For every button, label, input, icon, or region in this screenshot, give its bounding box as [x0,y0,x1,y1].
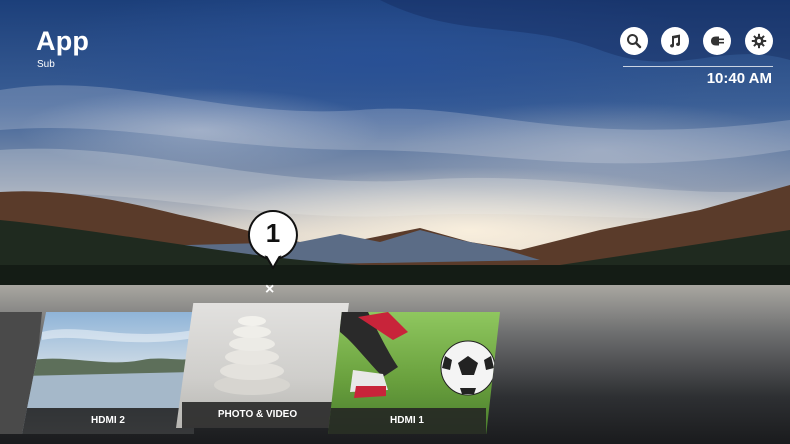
clock: 10:40 AM [706,70,772,87]
soccer-thumbnail [338,312,496,398]
card-hdmi-1[interactable]: HDMI 1 [328,312,500,434]
gear-icon [751,33,767,49]
input-source-button[interactable] [703,27,731,55]
card-photo-video[interactable]: PHOTO & VIDEO [176,303,349,428]
stones-thumbnail [214,316,290,395]
card-label: PHOTO & VIDEO [182,402,333,428]
search-icon [627,34,642,49]
music-button[interactable] [661,27,689,55]
landscape-thumbnail [22,329,194,408]
app-subtitle: Sub [37,59,55,70]
close-icon[interactable]: × [265,281,274,299]
card-hdmi-2[interactable]: HDMI 2 [22,312,194,434]
app-title: App [36,26,90,56]
callout-number: 1 [265,218,281,248]
header-divider [623,66,773,67]
search-button[interactable] [620,27,648,55]
music-icon [670,34,681,48]
input-source-icon [711,36,724,46]
card-label: HDMI 2 [22,408,194,434]
card-label: HDMI 1 [328,408,486,434]
settings-button[interactable] [745,27,773,55]
callout-marker: 1 [247,210,299,270]
